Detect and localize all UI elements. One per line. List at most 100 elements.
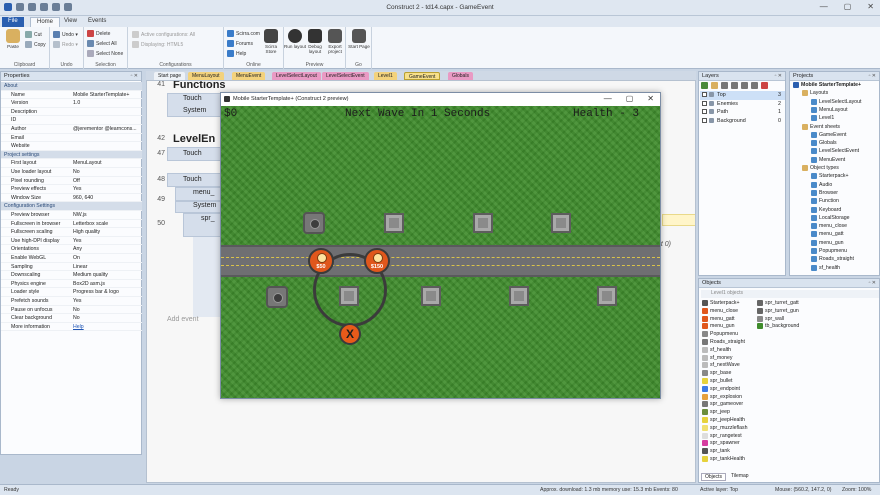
run-layout-button[interactable]: Run layout — [284, 29, 306, 49]
add-event-link[interactable]: Add event — [167, 316, 199, 323]
object-item[interactable]: spr_explosion — [702, 393, 742, 400]
tab-events[interactable]: Events — [82, 17, 112, 27]
layer-row[interactable]: Background 0 — [700, 117, 785, 126]
minimize-icon[interactable]: — — [820, 2, 828, 11]
project-tree-item[interactable]: menu_close — [811, 223, 847, 230]
property-row[interactable]: Preview browser NW.js — [1, 211, 142, 220]
project-tree-item[interactable]: Level1 — [811, 115, 834, 122]
property-row[interactable]: Sampling Linear — [1, 263, 142, 272]
property-row[interactable]: Enable WebGL On — [1, 254, 142, 263]
doc-tab[interactable]: Start page — [154, 72, 186, 80]
buy-gun-button[interactable]: $50 — [308, 248, 334, 274]
object-item[interactable]: menu_close — [702, 307, 738, 314]
object-item[interactable]: spr_turret_gatt — [757, 300, 799, 306]
property-row[interactable]: Pixel rounding Off — [1, 177, 142, 186]
object-item[interactable]: menu_gatt — [702, 315, 735, 322]
delete-button[interactable]: Delete — [87, 30, 110, 37]
doc-tab[interactable]: Level1 — [374, 72, 397, 80]
tab-tilemap[interactable]: Tilemap — [728, 473, 752, 481]
layer-row[interactable]: Top 3 — [700, 91, 785, 100]
doc-tab[interactable]: MenuLayout — [188, 72, 224, 80]
object-item[interactable]: spr_spawner — [702, 440, 740, 447]
tower-base[interactable] — [597, 286, 617, 306]
doc-tab[interactable]: LevelSelectLayout — [272, 72, 321, 80]
project-tree-item[interactable]: Popupmenu — [811, 248, 847, 254]
property-row[interactable]: Physics engine Box2D asm.js — [1, 280, 142, 289]
object-item[interactable]: sf_health — [702, 346, 731, 353]
project-tree-item[interactable]: Roads_straight — [811, 256, 854, 263]
minimize-icon[interactable]: — — [604, 94, 612, 103]
buy-gatling-button[interactable]: $150 — [364, 248, 390, 274]
displaying-dropdown[interactable]: Displaying: HTML5 — [132, 41, 183, 48]
property-row[interactable]: Email — [1, 134, 142, 143]
doc-tab[interactable]: Globals — [448, 72, 473, 80]
object-item[interactable]: spr_wall — [757, 315, 784, 322]
paste-button[interactable]: Paste — [2, 29, 24, 49]
layer-row[interactable]: Enemies 2 — [700, 100, 785, 109]
object-item[interactable]: spr_base — [702, 370, 731, 377]
property-row[interactable]: Description — [1, 108, 142, 117]
tab-file[interactable]: File — [2, 17, 24, 27]
property-row[interactable]: Website — [1, 142, 142, 151]
project-tree-item[interactable]: LevelSelectEvent — [811, 148, 859, 155]
project-tree-item[interactable]: MenuLayout — [811, 106, 848, 113]
objects-filter[interactable]: Level1 objects — [701, 290, 879, 298]
property-row[interactable]: Orientations Any — [1, 245, 142, 254]
property-row[interactable]: Name Mobile StarterTemplate+ — [1, 91, 142, 100]
visible-checkbox[interactable] — [702, 117, 707, 123]
lock-icon[interactable] — [709, 109, 714, 114]
object-item[interactable]: spr_tank — [702, 448, 730, 455]
property-row[interactable]: Window Size 960, 640 — [1, 194, 142, 203]
cut-button[interactable]: Cut — [25, 31, 42, 38]
project-tree-item[interactable]: GameEvent — [811, 131, 846, 138]
property-row[interactable]: Fullscreen in browser Letterbox scale — [1, 220, 142, 229]
object-item[interactable]: Starterpack+ — [702, 300, 740, 306]
doc-tab[interactable]: GameEvent — [404, 72, 441, 80]
object-item[interactable]: spr_turret_gun — [757, 307, 799, 314]
down-icon[interactable] — [751, 82, 758, 89]
property-row[interactable]: Use high-DPI display Yes — [1, 237, 142, 246]
panel-pin-icon[interactable]: ▫ ✕ — [869, 280, 876, 286]
tower-base[interactable] — [509, 286, 529, 306]
visible-checkbox[interactable] — [702, 92, 707, 97]
tab-home[interactable]: Home — [30, 17, 61, 27]
copy-button[interactable]: Copy — [25, 41, 46, 48]
maximize-icon[interactable]: ▢ — [844, 2, 852, 11]
object-item[interactable]: spr_bullet — [702, 378, 733, 384]
property-row[interactable]: Version 1.0 — [1, 99, 142, 108]
project-tree-item[interactable]: menu_gatt — [811, 231, 844, 238]
delete-icon[interactable] — [761, 82, 768, 89]
tab-objects[interactable]: Objects — [701, 473, 726, 481]
start-page-button[interactable]: Start Page — [348, 29, 370, 49]
project-tree-item[interactable]: Starterpack+ — [811, 173, 849, 180]
object-item[interactable]: spr_rangetest — [702, 432, 742, 439]
project-tree-item[interactable]: Keyboard — [811, 206, 841, 213]
object-item[interactable]: spr_endpoint — [702, 385, 740, 392]
project-tree-item[interactable]: Browser — [811, 189, 838, 196]
visible-checkbox[interactable] — [702, 109, 707, 114]
object-item[interactable]: sf_nextWave — [702, 362, 740, 369]
export-project-button[interactable]: Export project — [324, 29, 346, 54]
folder-icon[interactable] — [711, 82, 718, 89]
select-none-button[interactable]: Select None — [87, 50, 123, 57]
active-configurations-dropdown[interactable]: Active configurations: All — [132, 31, 195, 38]
lock-icon[interactable] — [709, 100, 714, 106]
object-item[interactable]: spr_jeep — [702, 409, 730, 416]
selected-action[interactable] — [662, 214, 695, 226]
tower-base[interactable] — [421, 286, 441, 306]
close-icon[interactable]: ✕ — [867, 2, 874, 11]
object-item[interactable]: menu_gun — [702, 323, 735, 330]
scirra-link[interactable]: Scirra.com — [227, 30, 260, 37]
property-row[interactable]: Preview effects Yes — [1, 185, 142, 194]
forums-link[interactable]: Forums — [227, 40, 253, 47]
project-tree-item[interactable]: Event sheets — [802, 123, 840, 130]
panel-pin-icon[interactable]: ▫ ✕ — [775, 73, 782, 79]
object-item[interactable]: spr_tankHealth — [702, 456, 745, 462]
property-row[interactable]: First layout MenuLayout — [1, 159, 142, 168]
add-layer-icon[interactable] — [701, 82, 708, 89]
project-tree-item[interactable]: menu_gun — [811, 239, 844, 246]
turret[interactable] — [303, 212, 325, 234]
maximize-icon[interactable]: ▢ — [626, 94, 634, 103]
layer-row[interactable]: Path 1 — [700, 108, 785, 117]
project-tree-item[interactable]: Audio — [811, 181, 832, 188]
